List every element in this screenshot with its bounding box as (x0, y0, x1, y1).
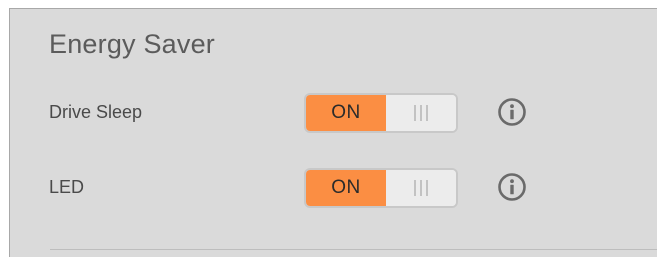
drive-sleep-toggle-on-label: ON (306, 95, 386, 131)
panel-title: Energy Saver (49, 29, 215, 59)
info-icon[interactable] (497, 97, 527, 127)
led-toggle-on-label: ON (306, 170, 386, 206)
led-toggle-handle (386, 170, 456, 206)
drive-sleep-label: Drive Sleep (49, 102, 143, 122)
drive-sleep-toggle-handle (386, 95, 456, 131)
led-label: LED (49, 177, 85, 197)
section-divider (50, 249, 657, 250)
grip-icon (414, 180, 428, 196)
energy-saver-panel: Energy Saver Drive Sleep ON LED ON (9, 8, 657, 257)
drive-sleep-toggle[interactable]: ON (304, 93, 458, 133)
led-toggle[interactable]: ON (304, 168, 458, 208)
grip-icon (414, 105, 428, 121)
info-icon[interactable] (497, 172, 527, 202)
